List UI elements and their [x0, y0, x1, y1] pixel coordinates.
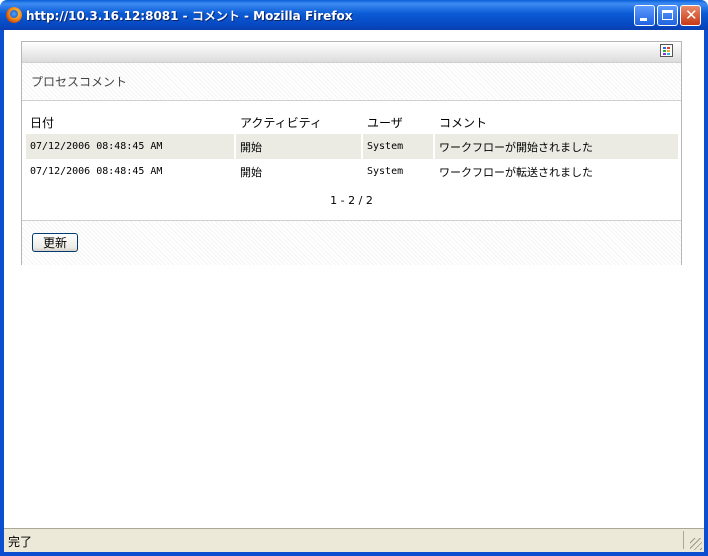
- column-header-comment: コメント: [439, 115, 488, 130]
- panel-footer: 更新: [22, 220, 681, 265]
- refresh-button[interactable]: 更新: [32, 233, 78, 252]
- window-frame-right: [704, 30, 708, 556]
- table-row: 07/12/2006 08:48:45 AM 開始 System ワークフローが…: [26, 134, 680, 159]
- maximize-button[interactable]: [657, 5, 678, 26]
- cell-comment: ワークフローが開始されました: [435, 134, 680, 159]
- close-button[interactable]: ✕: [680, 5, 701, 26]
- panel-header-bar: [22, 42, 681, 63]
- cell-user: System: [363, 159, 435, 184]
- window-frame-bottom: [0, 552, 708, 556]
- process-comments-panel: プロセスコメント 日付 アクティビティ ユーザ コメント 07/12/2006 …: [21, 41, 682, 265]
- close-icon: ✕: [685, 6, 698, 24]
- status-text: 完了: [8, 535, 33, 549]
- pagination-info: 1 - 2 / 2: [330, 194, 373, 207]
- window-frame-left: [0, 30, 4, 556]
- cell-date: 07/12/2006 08:48:45 AM: [26, 159, 236, 184]
- cell-user: System: [363, 134, 435, 159]
- resize-grip-icon[interactable]: [690, 538, 702, 550]
- column-header-activity: アクティビティ: [240, 115, 322, 130]
- panel-menu-icon[interactable]: [660, 44, 673, 57]
- panel-title: プロセスコメント: [31, 75, 128, 89]
- table-row: 07/12/2006 08:48:45 AM 開始 System ワークフローが…: [26, 159, 680, 184]
- cell-comment: ワークフローが転送されました: [435, 159, 680, 184]
- status-divider: [683, 531, 684, 549]
- window-titlebar: http://10.3.16.12:8081 - コメント - Mozilla …: [0, 0, 708, 30]
- cell-date: 07/12/2006 08:48:45 AM: [26, 134, 236, 159]
- column-header-user: ユーザ: [367, 115, 403, 130]
- minimize-button[interactable]: [634, 5, 655, 26]
- panel-title-row: プロセスコメント: [22, 63, 681, 101]
- column-header-date: 日付: [30, 115, 55, 130]
- window-title: http://10.3.16.12:8081 - コメント - Mozilla …: [26, 9, 353, 23]
- cell-activity: 開始: [236, 134, 363, 159]
- comments-table: 日付 アクティビティ ユーザ コメント 07/12/2006 08:48:45 …: [26, 110, 680, 184]
- status-bar: 完了: [4, 528, 704, 552]
- firefox-icon: [6, 7, 22, 23]
- table-header-row: 日付 アクティビティ ユーザ コメント: [26, 110, 680, 134]
- cell-activity: 開始: [236, 159, 363, 184]
